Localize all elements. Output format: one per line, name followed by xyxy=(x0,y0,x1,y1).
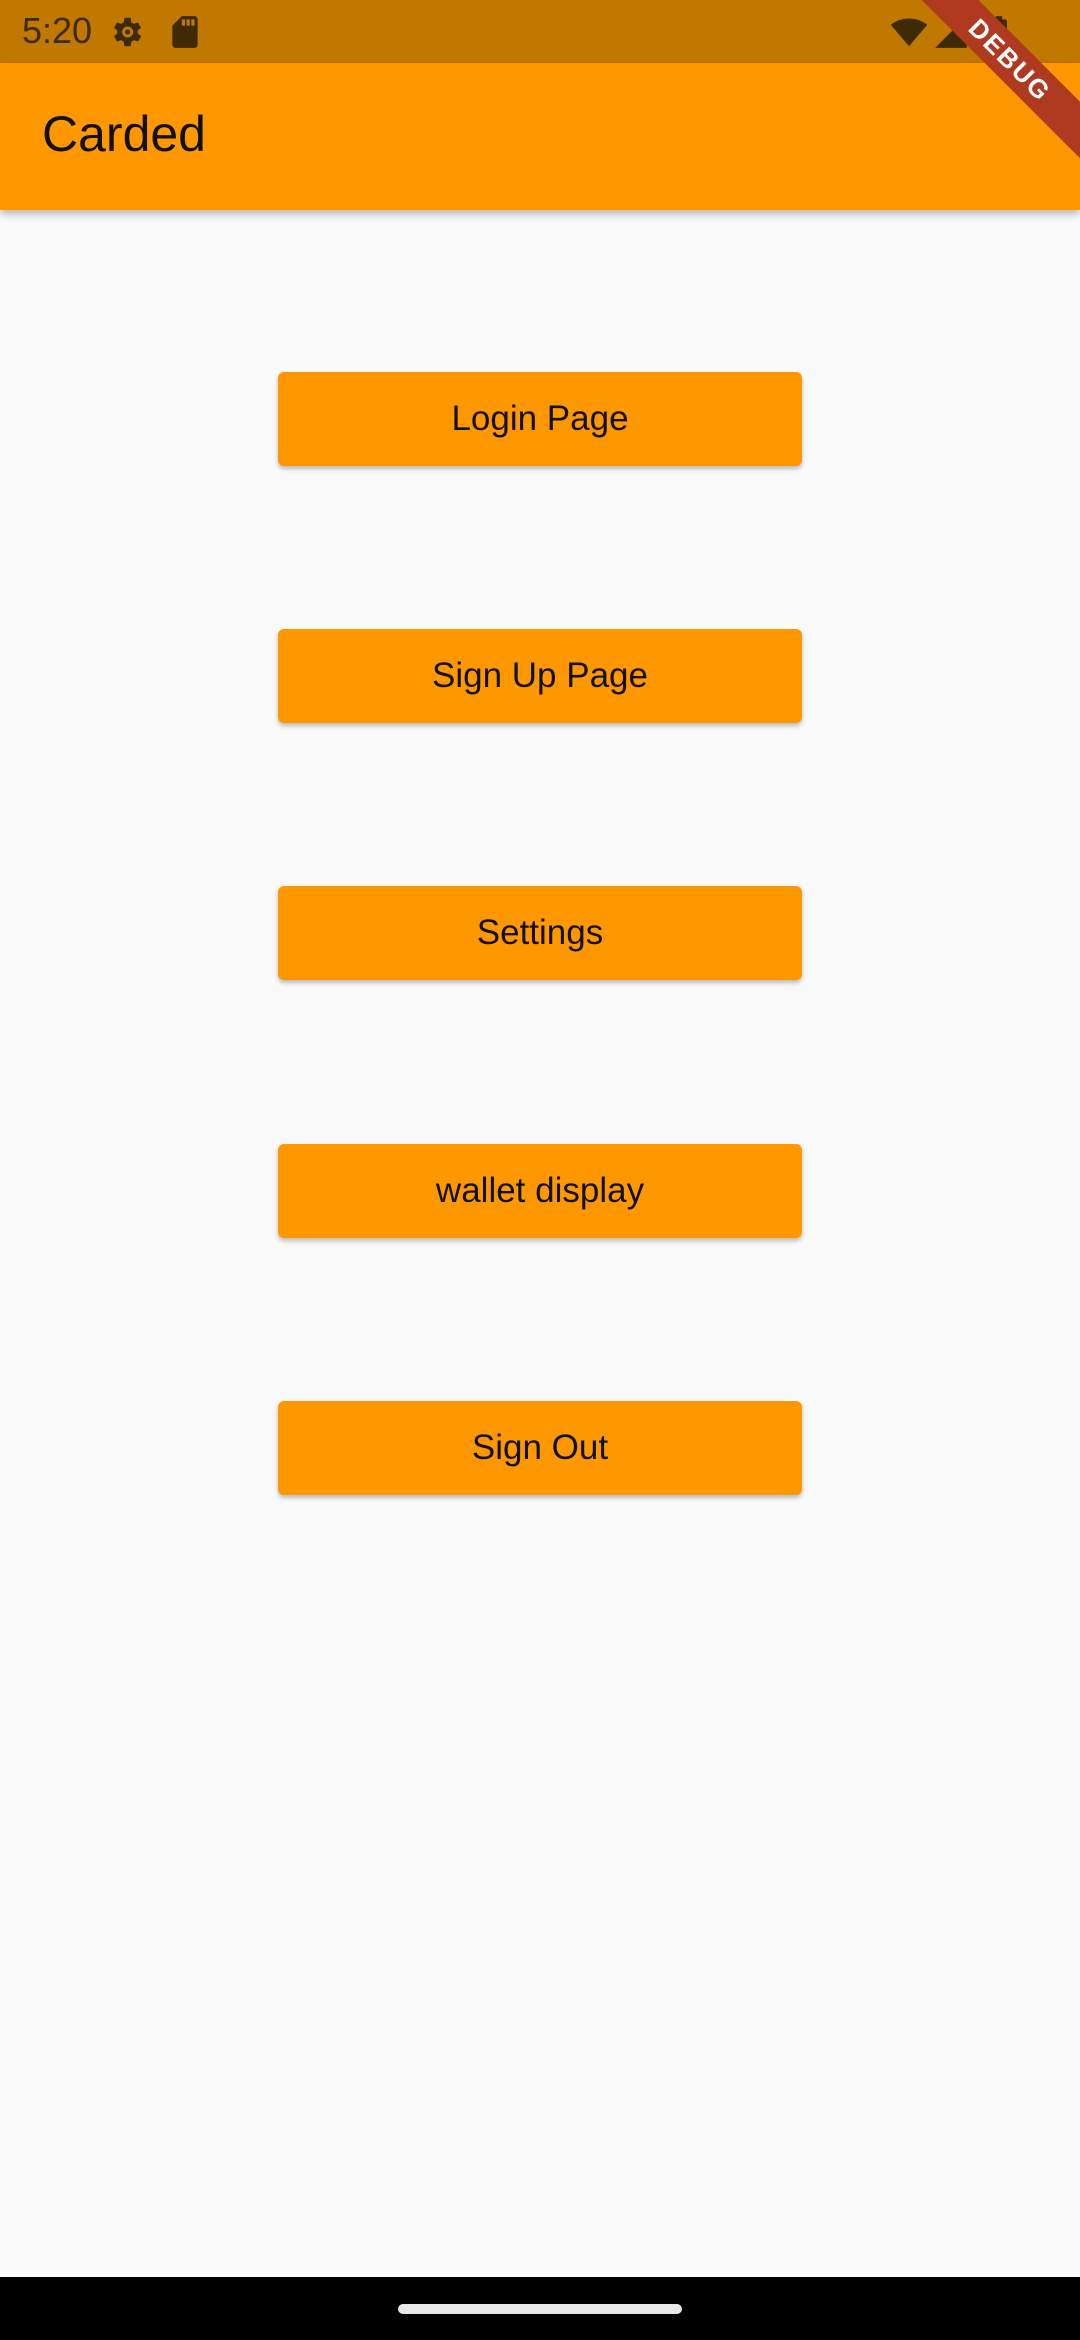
settings-button[interactable]: Settings xyxy=(278,886,802,980)
sign-out-button[interactable]: Sign Out xyxy=(278,1401,802,1495)
app-bar: Carded xyxy=(0,63,1080,210)
login-page-button[interactable]: Login Page xyxy=(278,372,802,466)
wallet-display-button[interactable]: wallet display xyxy=(278,1144,802,1238)
sd-card-icon xyxy=(166,13,204,51)
sign-up-page-button[interactable]: Sign Up Page xyxy=(278,629,802,723)
cell-signal-icon xyxy=(932,13,970,51)
app-title: Carded xyxy=(42,106,206,162)
status-bar: 5:20 xyxy=(0,0,1080,63)
home-gesture-handle[interactable] xyxy=(398,2304,682,2314)
wifi-icon xyxy=(890,13,928,51)
settings-gear-icon xyxy=(107,13,145,51)
battery-icon xyxy=(980,13,1018,51)
navigation-bar xyxy=(0,2277,1080,2340)
screen: 5:20 Carded DEBUG Login Page Sign Up Pag… xyxy=(0,0,1080,2340)
status-time: 5:20 xyxy=(22,10,93,51)
